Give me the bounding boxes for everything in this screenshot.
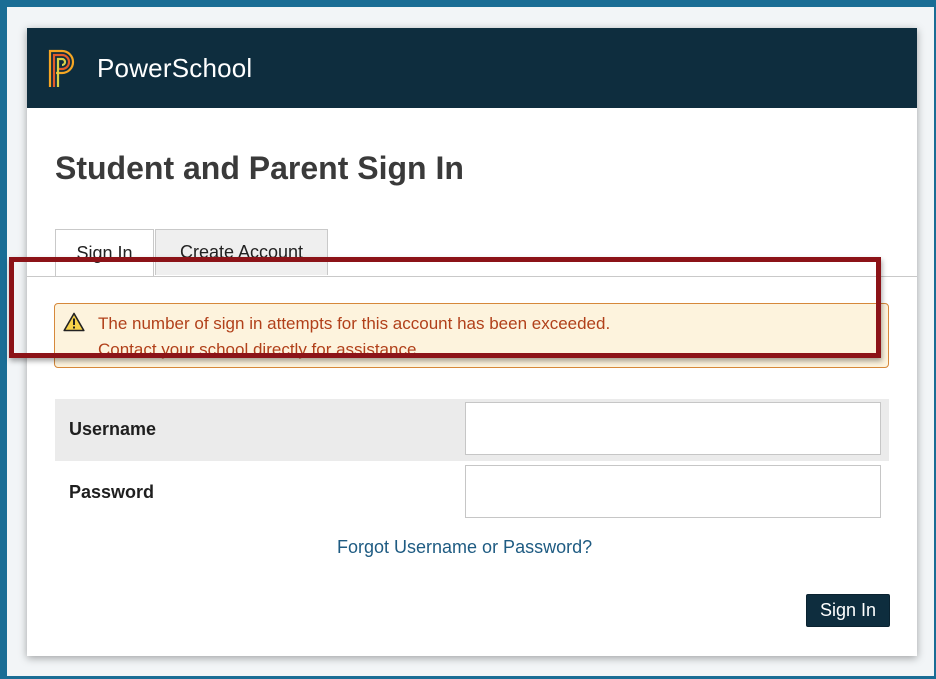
username-row: Username: [55, 399, 889, 461]
username-field[interactable]: [465, 402, 881, 455]
password-label: Password: [69, 482, 155, 502]
page-title: Student and Parent Sign In: [55, 150, 464, 186]
forgot-credentials-link[interactable]: Forgot Username or Password?: [337, 537, 592, 558]
app-header: PowerSchool: [27, 28, 917, 108]
powerschool-logo-icon: [48, 49, 75, 87]
sign-in-button[interactable]: Sign In: [806, 594, 890, 627]
password-row: Password: [55, 462, 889, 524]
username-label: Username: [69, 419, 157, 439]
password-field[interactable]: [465, 465, 881, 518]
brand-name: PowerSchool: [97, 52, 253, 83]
error-highlight-box: [9, 257, 881, 358]
